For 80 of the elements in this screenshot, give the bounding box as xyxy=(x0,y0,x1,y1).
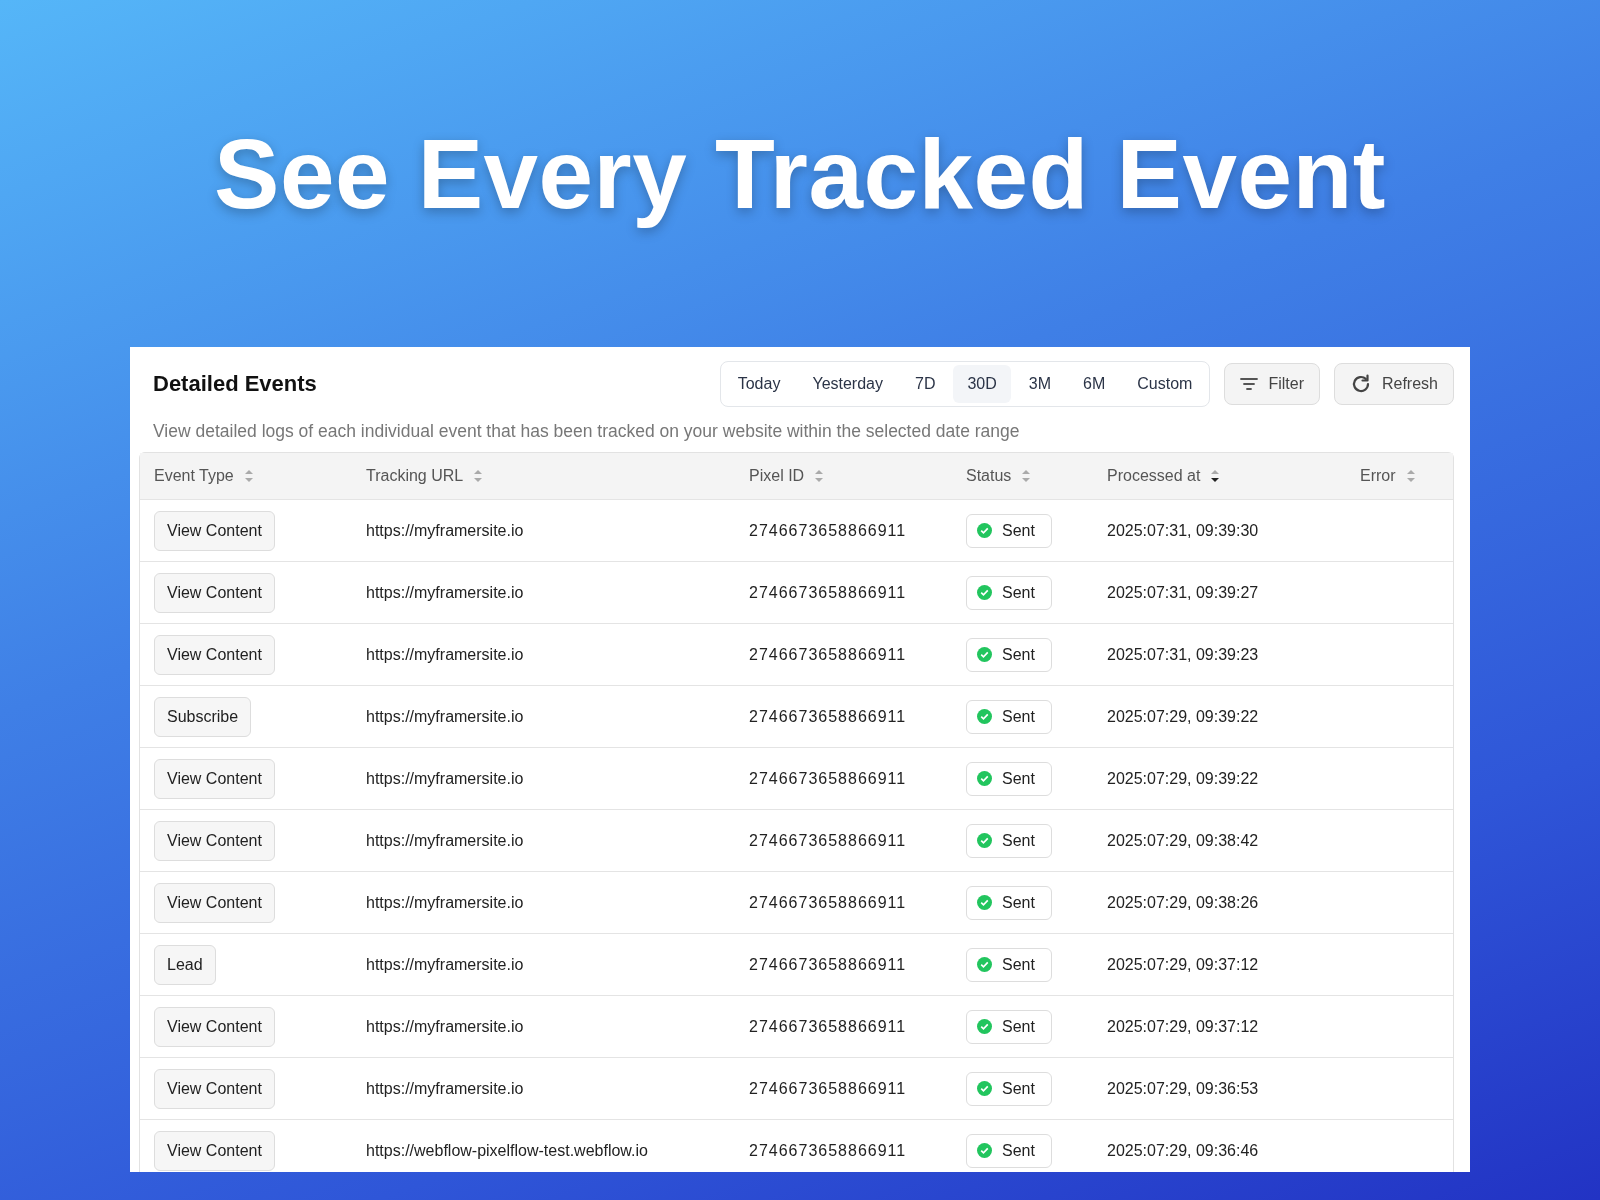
event-type-tag: View Content xyxy=(154,510,275,551)
column-header[interactable]: Error xyxy=(1360,467,1396,485)
tracking-url: https://webflow-pixelflow-test.webflow.io xyxy=(366,1141,648,1160)
event-type-tag: View Content xyxy=(154,882,275,923)
check-icon xyxy=(977,1143,992,1158)
column-header[interactable]: Pixel ID xyxy=(749,467,805,485)
status-tag: Sent xyxy=(966,761,1052,796)
check-icon xyxy=(977,1081,992,1096)
processed-time: 2025:07:29, 09:36:46 xyxy=(1107,1141,1259,1160)
check-icon xyxy=(977,895,992,910)
tracking-url: https://myframersite.io xyxy=(366,521,524,540)
check-icon xyxy=(977,709,992,724)
processed-time: 2025:07:31, 09:39:27 xyxy=(1107,583,1259,602)
tracking-url: https://myframersite.io xyxy=(366,645,524,664)
pixel-id: 2746673658866911 xyxy=(749,521,907,540)
tracking-url: https://myframersite.io xyxy=(366,893,524,912)
headline: See Every Tracked Event xyxy=(214,118,1386,231)
event-type-tag: View Content xyxy=(154,758,275,799)
pixel-id: 2746673658866911 xyxy=(749,831,907,850)
status-tag: Sent xyxy=(966,947,1052,982)
refresh-button[interactable]: Refresh xyxy=(1333,363,1454,405)
column-header[interactable]: Tracking URL xyxy=(366,467,464,485)
processed-time: 2025:07:31, 09:39:23 xyxy=(1107,645,1259,664)
status-tag: Sent xyxy=(966,1071,1052,1106)
event-type-tag: View Content xyxy=(154,1068,275,1109)
processed-time: 2025:07:29, 09:38:26 xyxy=(1107,893,1259,912)
processed-time: 2025:07:29, 09:37:12 xyxy=(1107,1017,1259,1036)
check-icon xyxy=(977,833,992,848)
panel-title: Detailed Events xyxy=(153,371,317,397)
pixel-id: 2746673658866911 xyxy=(749,1079,907,1098)
pixel-id: 2746673658866911 xyxy=(749,893,907,912)
pixel-id: 2746673658866911 xyxy=(749,1141,907,1160)
processed-time: 2025:07:29, 09:36:53 xyxy=(1107,1079,1259,1098)
event-type-tag: View Content xyxy=(154,634,275,675)
check-icon xyxy=(977,771,992,786)
processed-time: 2025:07:29, 09:37:12 xyxy=(1107,955,1259,974)
processed-time: 2025:07:29, 09:39:22 xyxy=(1107,769,1259,788)
column-header[interactable]: Processed at xyxy=(1107,467,1201,485)
tracking-url: https://myframersite.io xyxy=(366,955,524,974)
check-icon xyxy=(977,647,992,662)
filter-icon xyxy=(1240,377,1259,391)
panel-description: View detailed logs of each individual event that has been tracked on your website within the selected date range xyxy=(153,421,1021,442)
status-tag: Sent xyxy=(966,1009,1052,1044)
tracking-url: https://myframersite.io xyxy=(366,707,524,726)
status-tag: Sent xyxy=(966,575,1052,610)
event-type-tag: Subscribe xyxy=(154,696,252,737)
pixel-id: 2746673658866911 xyxy=(749,955,907,974)
status-tag: Sent xyxy=(966,699,1052,734)
status-tag: Sent xyxy=(966,823,1052,858)
event-type-tag: View Content xyxy=(154,820,275,861)
filter-button[interactable]: Filter xyxy=(1224,363,1320,405)
pixel-id: 2746673658866911 xyxy=(749,583,907,602)
check-icon xyxy=(977,523,992,538)
column-header[interactable]: Status xyxy=(966,467,1012,485)
status-tag: Sent xyxy=(966,885,1052,920)
column-header[interactable]: Event Type xyxy=(154,467,234,485)
pixel-id: 2746673658866911 xyxy=(749,645,907,664)
tracking-url: https://myframersite.io xyxy=(366,583,524,602)
pixel-id: 2746673658866911 xyxy=(749,707,907,726)
event-type-tag: View Content xyxy=(154,572,275,613)
tracking-url: https://myframersite.io xyxy=(366,769,524,788)
sort-icon[interactable] xyxy=(1210,468,1221,484)
processed-time: 2025:07:29, 09:38:42 xyxy=(1107,831,1259,850)
date-range-tab[interactable]: 30D xyxy=(953,365,1011,403)
tracking-url: https://myframersite.io xyxy=(366,1079,524,1098)
pixel-id: 2746673658866911 xyxy=(749,769,907,788)
check-icon xyxy=(977,1019,992,1034)
status-tag: Sent xyxy=(966,513,1052,548)
check-icon xyxy=(977,585,992,600)
tracking-url: https://myframersite.io xyxy=(366,831,524,850)
event-type-tag: Lead xyxy=(154,944,216,985)
event-type-tag: View Content xyxy=(154,1006,275,1047)
status-tag: Sent xyxy=(966,1133,1052,1168)
processed-time: 2025:07:29, 09:39:22 xyxy=(1107,707,1259,726)
processed-time: 2025:07:31, 09:39:30 xyxy=(1107,521,1259,540)
check-icon xyxy=(977,957,992,972)
status-tag: Sent xyxy=(966,637,1052,672)
pixel-id: 2746673658866911 xyxy=(749,1017,907,1036)
tracking-url: https://myframersite.io xyxy=(366,1017,524,1036)
event-type-tag: View Content xyxy=(154,1130,275,1171)
